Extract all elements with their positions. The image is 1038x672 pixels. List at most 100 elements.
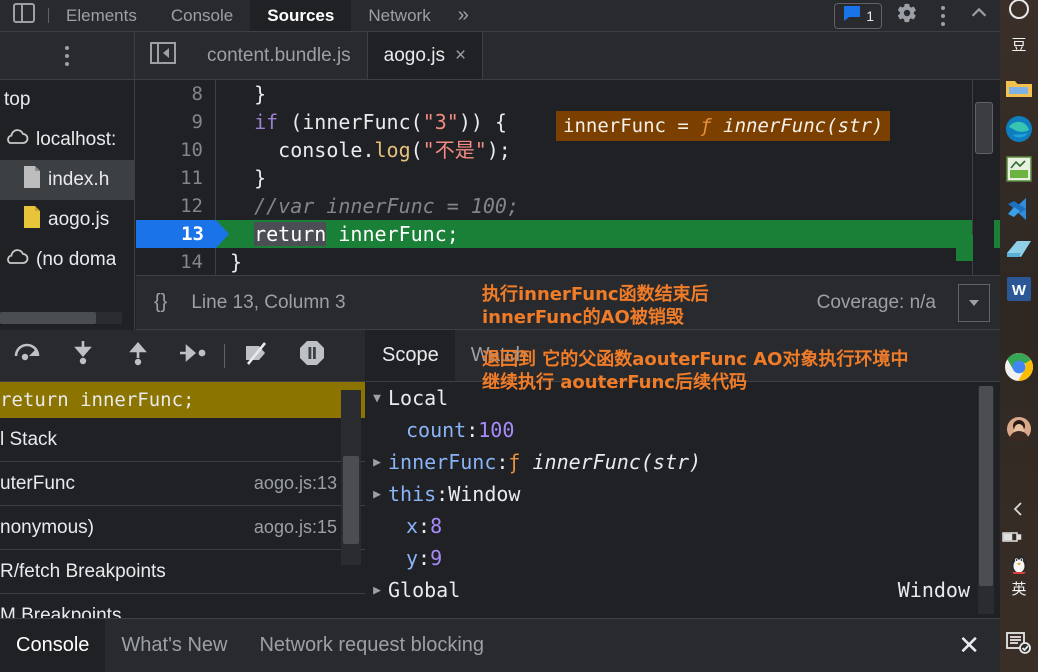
- nav-item-label: localhost:: [36, 129, 117, 150]
- debugger-sidebar: return innerFunc; l Stack uterFunc aogo.…: [0, 382, 365, 618]
- scrollbar-thumb[interactable]: [975, 102, 993, 154]
- vscode-icon[interactable]: [1002, 192, 1036, 226]
- scrollbar-thumb[interactable]: [0, 312, 96, 324]
- scope-group-local[interactable]: ▼ Local: [366, 382, 1000, 414]
- navigator-horizontal-scrollbar[interactable]: [0, 312, 122, 324]
- close-devtools-button[interactable]: [962, 1, 996, 31]
- ime-chinese-icon[interactable]: 英: [1002, 572, 1036, 606]
- settings-button[interactable]: [890, 1, 924, 31]
- nav-item-top[interactable]: top: [0, 80, 134, 120]
- more-options-icon[interactable]: [65, 45, 69, 66]
- code-line: 12 //var innerFunc = 100;: [136, 192, 1000, 220]
- code-line-text: console.log("不是");: [230, 138, 511, 162]
- tab-watch[interactable]: Watch: [455, 330, 543, 381]
- ime-glyph: 英: [1011, 579, 1027, 598]
- call-stack-frame[interactable]: nonymous) aogo.js:15: [0, 506, 365, 550]
- scope-variable-innerfunc[interactable]: ▶ innerFunc: ƒ innerFunc(str): [366, 446, 1000, 478]
- code-line-text: }: [230, 166, 267, 190]
- toolbar-divider: [224, 343, 225, 368]
- nav-item-no-domain[interactable]: (no doma: [0, 240, 134, 280]
- line-number: 11: [136, 164, 216, 192]
- debugger-section-call-stack[interactable]: l Stack: [0, 418, 365, 462]
- step-out-button[interactable]: [165, 330, 220, 382]
- nav-item-label: top: [4, 89, 31, 110]
- file-tab-aogo-js[interactable]: aogo.js ×: [367, 32, 484, 79]
- deactivate-breakpoints-icon: [242, 340, 272, 371]
- code-line: 8 }: [136, 80, 1000, 108]
- chrome-icon[interactable]: [1002, 350, 1036, 384]
- file-html-icon: [22, 165, 42, 195]
- drawer-tab-whats-new[interactable]: What's New: [105, 619, 243, 672]
- step-into-button[interactable]: [110, 330, 165, 382]
- function-signature: innerFunc(str): [532, 450, 702, 474]
- editor-vertical-scrollbar[interactable]: [956, 80, 994, 275]
- drawer-tab-network-request-blocking[interactable]: Network request blocking: [243, 619, 500, 672]
- code-editor[interactable]: 8 } 9 if (innerFunc("3")) { innerFunc = …: [136, 80, 1000, 275]
- tab-console[interactable]: Console: [154, 0, 250, 31]
- chevron-right-icon[interactable]: ▶: [366, 455, 388, 470]
- resume-script-execution-button[interactable]: [0, 330, 55, 382]
- scope-group-global[interactable]: ▶ Global Window: [366, 574, 1000, 606]
- app-blue-doc-icon[interactable]: [1002, 232, 1036, 266]
- scope-variable-x[interactable]: x: 8: [366, 510, 1000, 542]
- file-explorer-icon[interactable]: [1002, 72, 1036, 106]
- tab-network[interactable]: Network: [351, 0, 447, 31]
- editor-tabstrip: content.bundle.js aogo.js ×: [135, 32, 1000, 79]
- variable-name: innerFunc: [388, 450, 497, 474]
- collapse-sidebar-button[interactable]: [135, 32, 191, 79]
- variable-name: x: [406, 514, 419, 538]
- nav-item-localhost[interactable]: localhost:: [0, 120, 134, 160]
- file-tab-content-bundle-js[interactable]: content.bundle.js: [191, 32, 368, 79]
- function-glyph-icon: ƒ: [700, 115, 712, 137]
- tab-scope[interactable]: Scope: [366, 330, 455, 381]
- tab-elements[interactable]: Elements: [49, 0, 154, 31]
- close-icon[interactable]: ×: [455, 45, 466, 67]
- edge-browser-icon[interactable]: [1002, 112, 1036, 146]
- chevron-down-icon[interactable]: ▼: [366, 391, 388, 406]
- scope-variable-this[interactable]: ▶ this: Window: [366, 478, 1000, 510]
- navigator-pane-header: [0, 32, 135, 79]
- code-line-text: return innerFunc;: [254, 222, 459, 246]
- app-green-icon[interactable]: [1002, 152, 1036, 186]
- issues-badge-button[interactable]: 1: [834, 2, 882, 29]
- step-over-button[interactable]: [55, 330, 110, 382]
- cn-glyph: 豆: [1011, 35, 1027, 54]
- variable-name: count: [406, 418, 467, 442]
- tab-sources[interactable]: Sources: [250, 0, 352, 31]
- chevron-right-icon[interactable]: ▶: [366, 583, 388, 598]
- variable-value: 9: [430, 546, 443, 570]
- word-icon[interactable]: W: [1002, 272, 1036, 306]
- pretty-print-icon[interactable]: {}: [154, 291, 167, 314]
- debugger-section-dom-breakpoints[interactable]: M Breakpoints: [0, 594, 365, 619]
- drawer-tab-console[interactable]: Console: [0, 619, 106, 672]
- scrollbar-thumb[interactable]: [343, 456, 359, 544]
- call-stack-frame[interactable]: uterFunc aogo.js:13: [0, 462, 365, 506]
- nav-item-aogo-js[interactable]: aogo.js: [0, 200, 134, 240]
- nav-item-index-html[interactable]: index.h: [0, 160, 134, 200]
- dock-side-toggle-button[interactable]: [0, 0, 48, 31]
- cloud-icon: [4, 128, 30, 152]
- frame-location: aogo.js:13: [253, 473, 337, 493]
- variable-separator: :: [496, 450, 509, 474]
- deactivate-breakpoints-button[interactable]: [229, 330, 284, 382]
- devtools-main-tabbar: Elements Console Sources Network » 1: [0, 0, 1000, 32]
- scope-variable-y[interactable]: y: 9: [366, 542, 1000, 574]
- scrollbar-thumb[interactable]: [979, 386, 993, 586]
- scope-variable-count[interactable]: count: 100: [366, 414, 1000, 446]
- debugger-section-xhr-breakpoints[interactable]: R/fetch Breakpoints: [0, 550, 365, 594]
- notification-icon[interactable]: [1002, 626, 1036, 660]
- close-drawer-button[interactable]: ✕: [958, 630, 980, 661]
- user-avatar[interactable]: [1002, 412, 1036, 446]
- chevron-right-icon[interactable]: ▶: [366, 487, 388, 502]
- nav-item-label: aogo.js: [48, 209, 110, 230]
- circle-icon[interactable]: [1002, 0, 1036, 26]
- devtools-more-options-button[interactable]: [926, 1, 960, 31]
- cn-text-icon[interactable]: 豆: [1002, 28, 1036, 62]
- scope-vertical-scrollbar[interactable]: [978, 386, 994, 614]
- more-tabs-button[interactable]: »: [448, 0, 479, 31]
- step-over-icon: [72, 340, 94, 371]
- pause-on-exceptions-button[interactable]: [284, 330, 339, 382]
- chevron-down-boxed-icon[interactable]: [958, 283, 990, 322]
- debugger-sidebar-scrollbar[interactable]: [341, 390, 361, 565]
- breakpoint-list-item[interactable]: return innerFunc;: [0, 382, 365, 418]
